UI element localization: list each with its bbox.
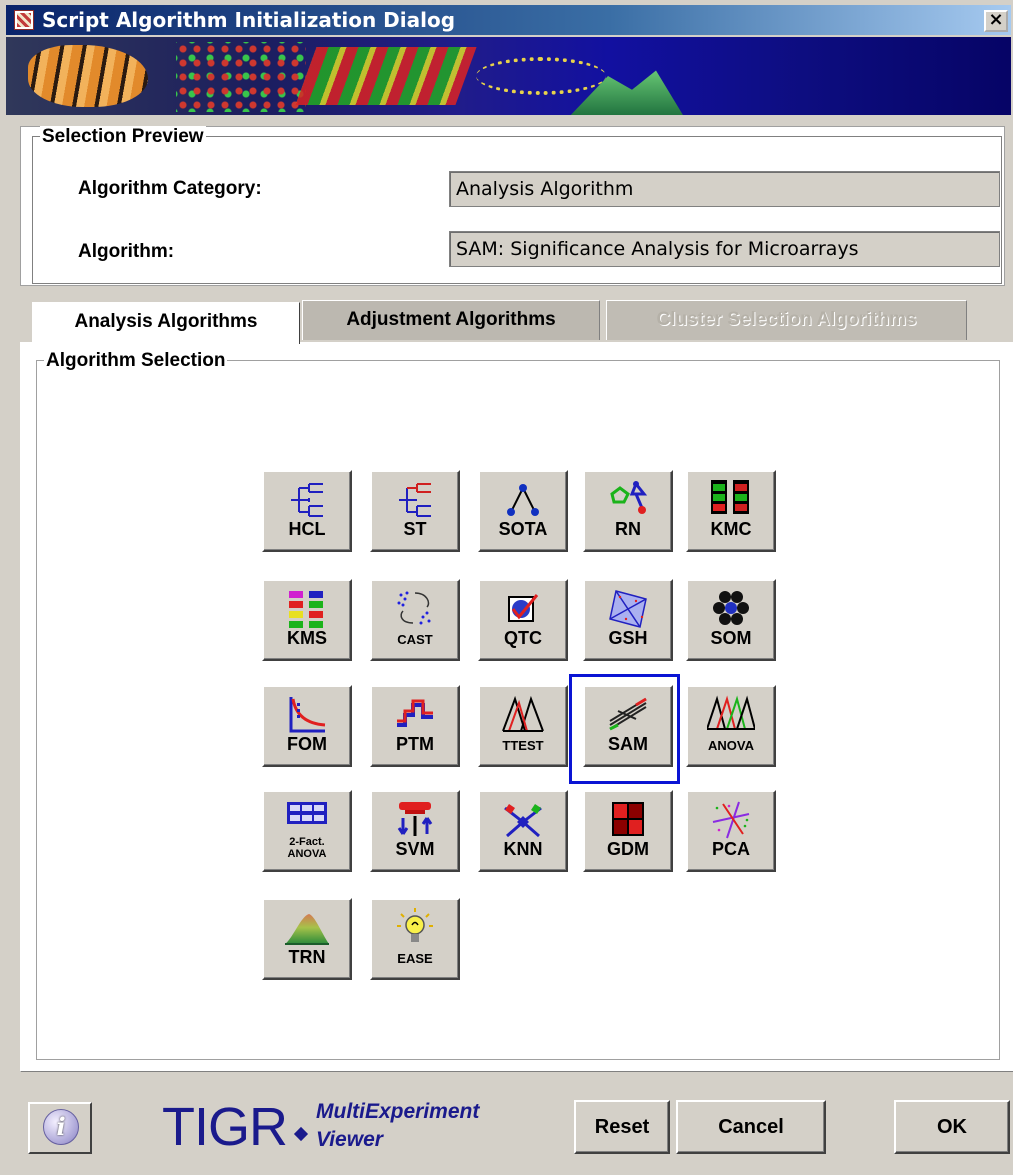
- algorithm-label: KMC: [710, 519, 752, 539]
- anova-button[interactable]: ANOVA: [686, 685, 776, 767]
- app-icon: [14, 10, 34, 30]
- gsh-scatter-icon: [609, 590, 647, 628]
- kms-blocks-icon: [289, 591, 323, 628]
- selection-preview-title: Selection Preview: [40, 126, 206, 148]
- tab-analysis-algorithms[interactable]: Analysis Algorithms: [32, 302, 300, 344]
- ptm-button[interactable]: PTM: [370, 685, 460, 767]
- gdm-matrix-icon: [612, 802, 644, 836]
- svm-button[interactable]: SVM: [370, 790, 460, 872]
- dna-helix-graphic: [476, 57, 606, 95]
- algorithm-selection-title: Algorithm Selection: [44, 350, 228, 372]
- algorithm-category-field: Analysis Algorithm: [449, 171, 1000, 207]
- algorithm-label: RN: [615, 519, 641, 539]
- sam-button[interactable]: SAM: [583, 685, 673, 767]
- qtc-button[interactable]: QTC: [478, 579, 568, 661]
- algorithm-label: KMS: [287, 628, 327, 648]
- tigr-logo: TIGR: [162, 1097, 288, 1157]
- algorithm-label: QTC: [504, 628, 542, 648]
- dialog-window: Script Algorithm Initialization Dialog ×…: [0, 0, 1013, 1175]
- pca-button[interactable]: PCA: [686, 790, 776, 872]
- svm-hyperplane-icon: [397, 802, 433, 836]
- tiger-graphic: [28, 45, 148, 107]
- algorithm-field: SAM: Significance Analysis for Microarra…: [449, 231, 1000, 267]
- algorithm-label: Algorithm:: [78, 241, 175, 262]
- kmc-blocks-icon: [711, 480, 749, 514]
- som-hex-icon: [713, 591, 749, 625]
- algorithm-label: GSH: [608, 628, 648, 648]
- som-button[interactable]: SOM: [686, 579, 776, 661]
- banner-image: [6, 37, 1011, 115]
- algorithm-label: HCL: [288, 519, 326, 539]
- footer-bar: i TIGR MultiExperiment Viewer Reset Canc…: [6, 1082, 1011, 1174]
- sota-button[interactable]: SOTA: [478, 470, 568, 552]
- anova-distribution-icon: [707, 695, 755, 730]
- tab-cluster-selection-algorithms: Cluster Selection Algorithms: [606, 300, 967, 340]
- algorithm-label: PTM: [396, 734, 434, 754]
- microarray-graphic: [176, 42, 306, 112]
- logo-subtitle-line1: MultiExperiment: [316, 1100, 480, 1123]
- algorithm-label: PCA: [711, 839, 750, 859]
- kms-button[interactable]: KMS: [262, 579, 352, 661]
- support-tree-icon: [399, 483, 431, 517]
- algorithm-label: FOM: [287, 734, 327, 754]
- algorithm-label: TTEST: [502, 738, 544, 753]
- info-button[interactable]: i: [28, 1102, 92, 1154]
- qtc-check-icon: [508, 594, 539, 622]
- ok-button[interactable]: OK: [894, 1100, 1010, 1154]
- ptm-template-icon: [397, 699, 433, 727]
- st-button[interactable]: ST: [370, 470, 460, 552]
- rn-button[interactable]: RN: [583, 470, 673, 552]
- gsh-button[interactable]: GSH: [583, 579, 673, 661]
- fom-curve-icon: [289, 697, 326, 733]
- knn-button[interactable]: KNN: [478, 790, 568, 872]
- ease-button[interactable]: EASE: [370, 898, 460, 980]
- info-icon: i: [43, 1109, 79, 1145]
- algorithm-label: SOTA: [498, 519, 548, 539]
- algorithm-label: KNN: [503, 839, 543, 859]
- title-bar[interactable]: Script Algorithm Initialization Dialog ×: [6, 5, 1011, 35]
- cast-scatter-icon: [397, 591, 431, 625]
- ease-lightbulb-icon: [397, 908, 433, 942]
- algorithm-label: CAST: [397, 632, 433, 647]
- relevance-network-icon: [610, 481, 648, 514]
- logo-subtitle-line2: Viewer: [316, 1128, 383, 1151]
- window-title: Script Algorithm Initialization Dialog: [42, 8, 456, 32]
- algorithm-label: SAM: [608, 734, 648, 754]
- logo-bullet-icon: [293, 1126, 309, 1142]
- cancel-button[interactable]: Cancel: [676, 1100, 826, 1154]
- ttest-distribution-icon: [502, 695, 544, 732]
- two-factor-anova-button[interactable]: 2-Fact. ANOVA: [262, 790, 352, 872]
- algorithm-label: 2-Fact. ANOVA: [287, 836, 327, 860]
- algorithm-label: SOM: [710, 628, 752, 648]
- close-button[interactable]: ×: [984, 10, 1008, 32]
- algorithm-label: ST: [403, 519, 427, 539]
- hcl-button[interactable]: HCL: [262, 470, 352, 552]
- algorithm-category-label: Algorithm Category:: [78, 178, 262, 199]
- gdm-button[interactable]: GDM: [583, 790, 673, 872]
- fom-button[interactable]: FOM: [262, 685, 352, 767]
- tab-adjustment-algorithms[interactable]: Adjustment Algorithms: [302, 300, 600, 340]
- kmc-button[interactable]: KMC: [686, 470, 776, 552]
- knn-neighbors-icon: [504, 804, 542, 838]
- algorithm-label: TRN: [288, 947, 326, 967]
- hcl-tree-icon: [291, 483, 323, 517]
- two-factor-anova-grid-icon: [287, 802, 327, 824]
- sota-network-icon: [507, 484, 539, 516]
- sam-plot-icon: [609, 697, 647, 731]
- heatmap-graphic: [295, 47, 477, 105]
- reset-button[interactable]: Reset: [574, 1100, 670, 1154]
- ttest-button[interactable]: TTEST: [478, 685, 568, 767]
- trn-button[interactable]: TRN: [262, 898, 352, 980]
- algorithm-label: SVM: [395, 839, 435, 859]
- algorithm-label: EASE: [397, 951, 433, 966]
- terrain-icon: [285, 914, 329, 945]
- algorithm-label: GDM: [607, 839, 649, 859]
- algorithm-label: ANOVA: [708, 738, 754, 753]
- pca-scatter-icon: [712, 801, 750, 839]
- cast-button[interactable]: CAST: [370, 579, 460, 661]
